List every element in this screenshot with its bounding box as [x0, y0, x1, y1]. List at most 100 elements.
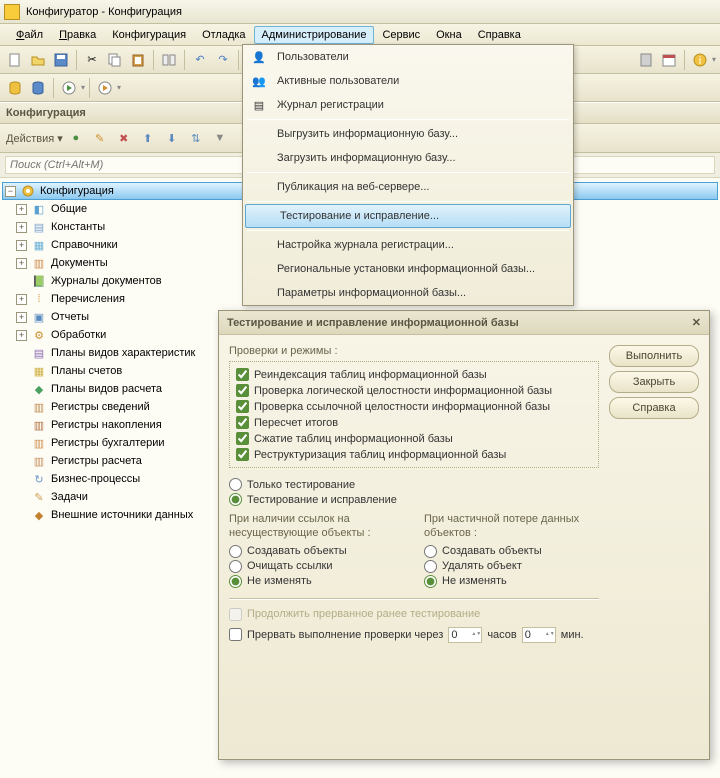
undo-icon[interactable]: ↶ — [189, 49, 211, 71]
check-item[interactable]: Реиндексация таблиц информационной базы — [236, 368, 592, 381]
expand-icon[interactable] — [16, 348, 27, 359]
db-icon[interactable] — [4, 77, 26, 99]
c2-delete[interactable]: Удалять объект — [424, 560, 599, 573]
expand-icon[interactable] — [16, 420, 27, 431]
expand-icon[interactable] — [16, 384, 27, 395]
expand-icon[interactable]: + — [16, 258, 27, 269]
menu-icon — [254, 208, 270, 224]
radio-test-fix[interactable]: Тестирование и исправление — [229, 493, 599, 506]
redo-icon[interactable]: ↷ — [212, 49, 234, 71]
c1-keep[interactable]: Не изменять — [229, 575, 404, 588]
menu-icon — [251, 285, 267, 301]
tree-label: Отчеты — [51, 311, 89, 323]
tree-label: Бизнес-процессы — [51, 473, 140, 485]
menu-item[interactable]: Настройка журнала регистрации... — [243, 233, 573, 257]
menu-admin[interactable]: Администрирование — [254, 26, 375, 44]
c2-keep[interactable]: Не изменять — [424, 575, 599, 588]
node-icon: ▥ — [31, 255, 47, 271]
menu-item[interactable]: 👥Активные пользователи — [243, 69, 573, 93]
expand-icon[interactable]: + — [16, 222, 27, 233]
actions-menu[interactable]: Действия ▾ — [6, 132, 63, 145]
menu-label: Параметры информационной базы... — [277, 287, 466, 299]
help-button[interactable]: Справка — [609, 397, 699, 419]
calendar-icon[interactable] — [658, 49, 680, 71]
menu-label: Настройка журнала регистрации... — [277, 239, 454, 251]
menu-edit[interactable]: Правка — [51, 26, 104, 44]
check-item[interactable]: Реструктуризация таблиц информационной б… — [236, 448, 592, 461]
check-item[interactable]: Проверка ссылочной целостности информаци… — [236, 400, 592, 413]
menu-file[interactable]: Файл — [8, 26, 51, 44]
expand-icon[interactable]: + — [16, 204, 27, 215]
down-icon[interactable]: ⬇ — [161, 127, 183, 149]
sort-icon[interactable]: ⇅ — [185, 127, 207, 149]
filter-icon[interactable]: ▼ — [209, 127, 231, 149]
paste-icon[interactable] — [127, 49, 149, 71]
dropdown-arrow-icon[interactable]: ▾ — [712, 55, 716, 64]
node-icon: ▥ — [31, 417, 47, 433]
run-icon[interactable] — [58, 77, 80, 99]
check-item[interactable]: Сжатие таблиц информационной базы — [236, 432, 592, 445]
node-icon: ▦ — [31, 363, 47, 379]
expand-icon[interactable] — [16, 276, 27, 287]
menu-item[interactable]: Выгрузить информационную базу... — [243, 122, 573, 146]
menu-item[interactable]: ▤Журнал регистрации — [243, 93, 573, 117]
expand-icon[interactable] — [16, 366, 27, 377]
menu-windows[interactable]: Окна — [428, 26, 470, 44]
menu-debug[interactable]: Отладка — [194, 26, 253, 44]
mins-spinner[interactable]: 0▲▼ — [522, 627, 556, 643]
menu-label: Публикация на веб-сервере... — [277, 181, 429, 193]
menu-item[interactable]: Публикация на веб-сервере... — [243, 175, 573, 199]
new-icon[interactable] — [4, 49, 26, 71]
expand-icon[interactable] — [16, 456, 27, 467]
expand-icon[interactable]: + — [16, 294, 27, 305]
menu-item[interactable]: Параметры информационной базы... — [243, 281, 573, 305]
tree-label: Справочники — [51, 239, 118, 251]
node-icon: ✎ — [31, 489, 47, 505]
open-icon[interactable] — [27, 49, 49, 71]
check-item[interactable]: Пересчет итогов — [236, 416, 592, 429]
menu-item[interactable]: 👤Пользователи — [243, 45, 573, 69]
c1-create[interactable]: Создавать объекты — [229, 545, 404, 558]
check-item[interactable]: Проверка логической целостности информац… — [236, 384, 592, 397]
tree-root-label: Конфигурация — [40, 185, 114, 197]
calc-icon[interactable] — [635, 49, 657, 71]
radio-test-only[interactable]: Только тестирование — [229, 478, 599, 491]
menu-service[interactable]: Сервис — [374, 26, 428, 44]
hours-spinner[interactable]: 0▲▼ — [448, 627, 482, 643]
c2-create[interactable]: Создавать объекты — [424, 545, 599, 558]
expand-icon[interactable]: + — [16, 330, 27, 341]
debug-run-icon[interactable] — [94, 77, 116, 99]
add-icon[interactable]: ● — [65, 127, 87, 149]
edit-icon[interactable]: ✎ — [89, 127, 111, 149]
copy-icon[interactable] — [104, 49, 126, 71]
menu-config[interactable]: Конфигурация — [104, 26, 194, 44]
c1-clear[interactable]: Очищать ссылки — [229, 560, 404, 573]
expand-icon[interactable]: + — [16, 240, 27, 251]
menu-item[interactable]: Тестирование и исправление... — [245, 204, 571, 228]
run-button[interactable]: Выполнить — [609, 345, 699, 367]
menu-item[interactable]: Региональные установки информационной ба… — [243, 257, 573, 281]
expand-icon[interactable] — [16, 492, 27, 503]
tree-label: Обработки — [51, 329, 106, 341]
cut-icon[interactable]: ✂ — [81, 49, 103, 71]
up-icon[interactable]: ⬆ — [137, 127, 159, 149]
expand-icon[interactable] — [16, 402, 27, 413]
menu-help[interactable]: Справка — [470, 26, 529, 44]
db-save-icon[interactable] — [27, 77, 49, 99]
close-icon[interactable]: ✕ — [692, 316, 701, 329]
node-icon: ⚙ — [31, 327, 47, 343]
expand-icon[interactable]: + — [16, 312, 27, 323]
expand-icon[interactable] — [16, 510, 27, 521]
delete-icon[interactable]: ✖ — [113, 127, 135, 149]
compare-icon[interactable] — [158, 49, 180, 71]
expand-icon[interactable] — [16, 474, 27, 485]
info-icon[interactable]: i — [689, 49, 711, 71]
expand-icon[interactable] — [16, 438, 27, 449]
menu-item[interactable]: Загрузить информационную базу... — [243, 146, 573, 170]
close-button[interactable]: Закрыть — [609, 371, 699, 393]
collapse-icon[interactable]: − — [5, 186, 16, 197]
node-icon: ▤ — [31, 219, 47, 235]
tree-label: Регистры бухгалтерии — [51, 437, 165, 449]
save-icon[interactable] — [50, 49, 72, 71]
abort-check[interactable]: Прервать выполнение проверки через 0▲▼ ч… — [229, 627, 599, 643]
